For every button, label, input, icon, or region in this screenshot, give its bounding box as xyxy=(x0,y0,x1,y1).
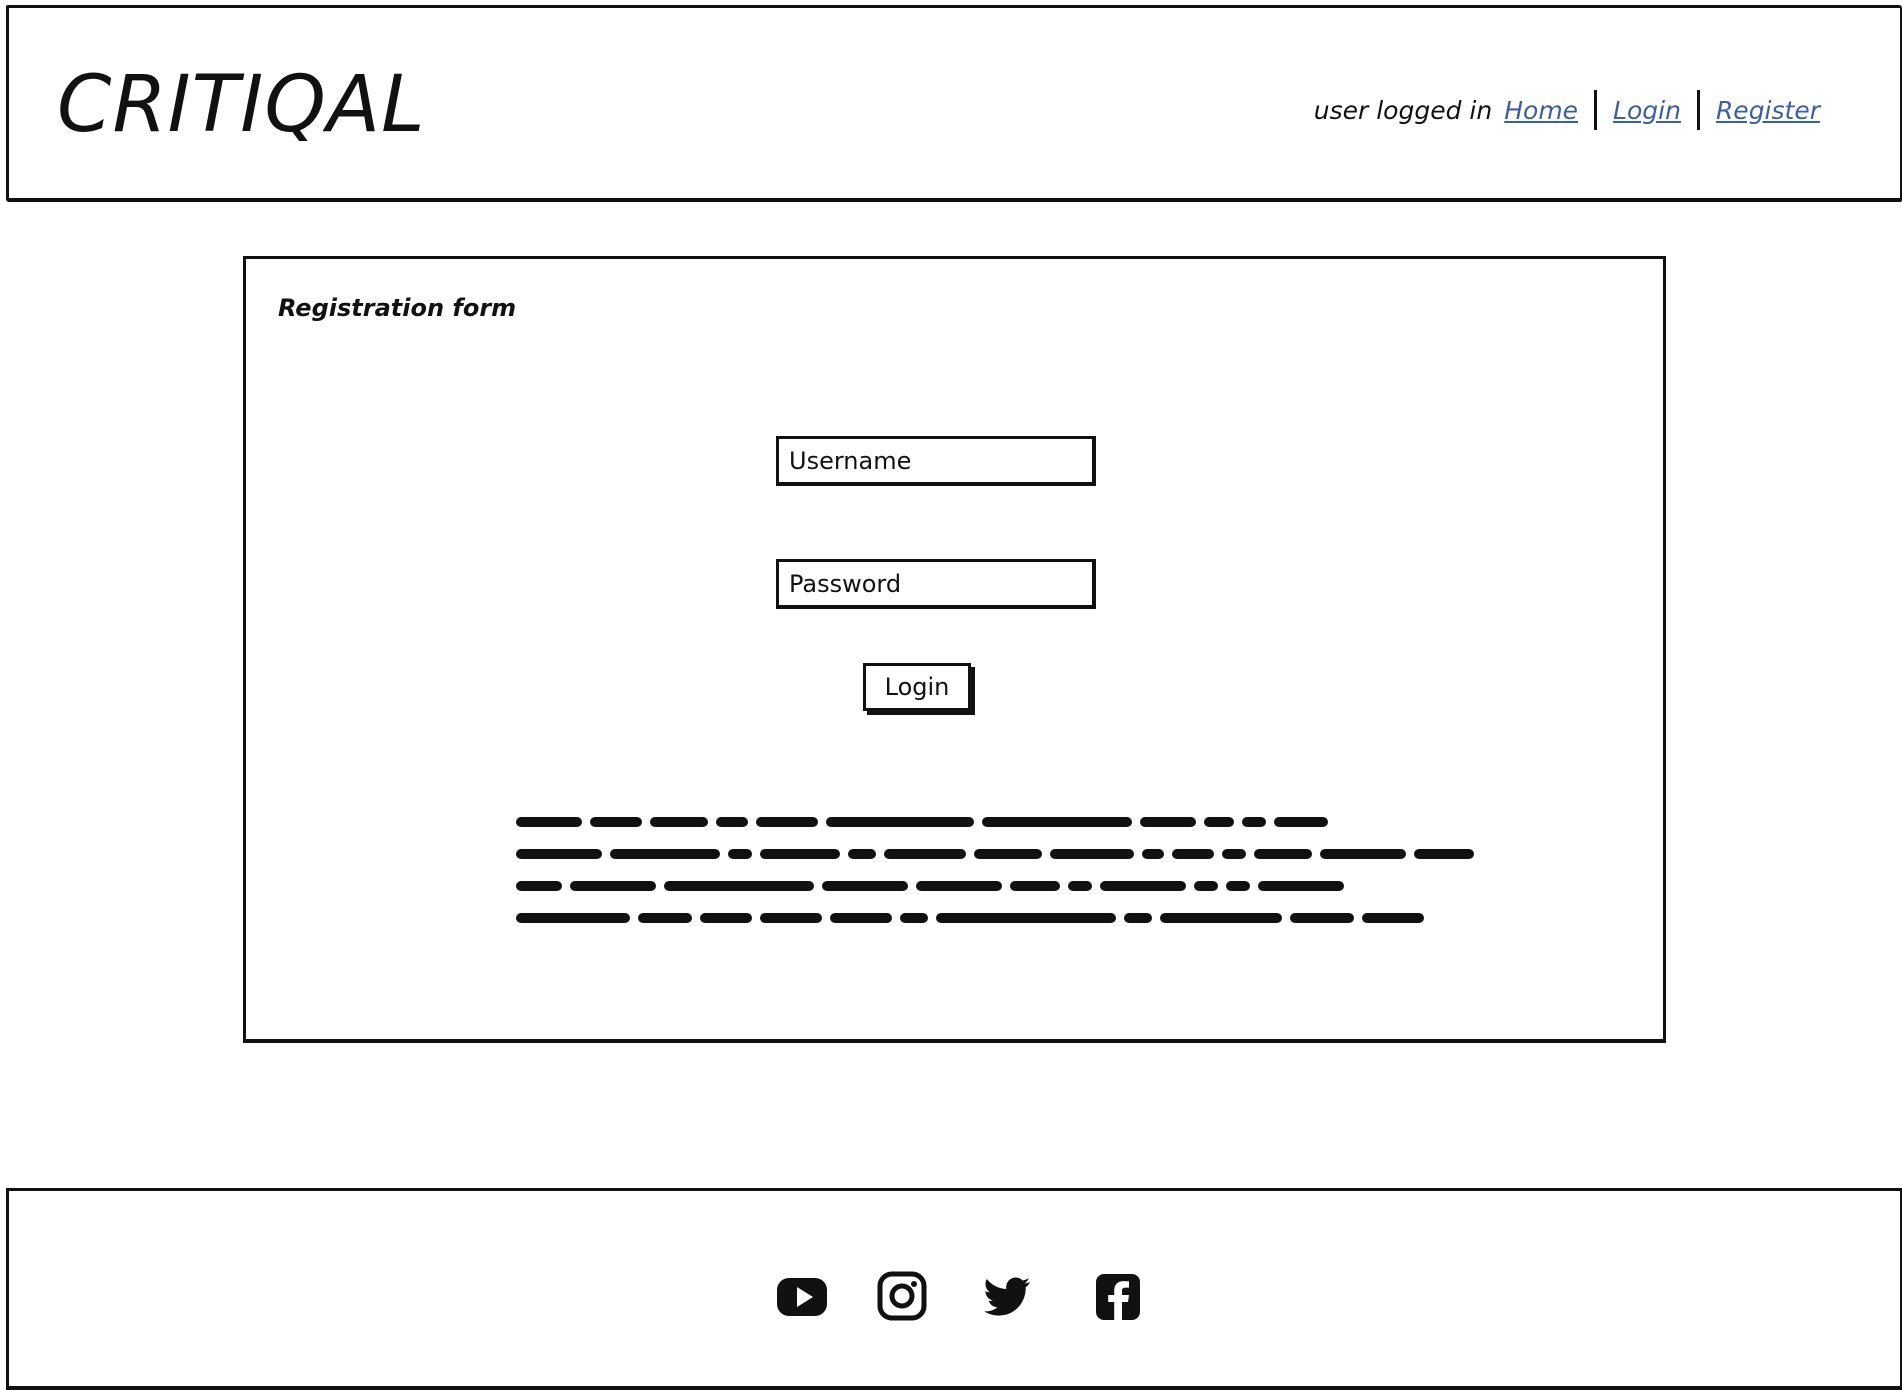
site-footer xyxy=(6,1188,1902,1390)
nav-divider xyxy=(1696,90,1700,130)
instagram-icon[interactable] xyxy=(875,1269,931,1325)
facebook-icon[interactable] xyxy=(1091,1269,1147,1325)
twitter-icon[interactable] xyxy=(980,1269,1036,1325)
login-button[interactable]: Login xyxy=(863,663,971,711)
placeholder-text-block xyxy=(516,817,1474,923)
form-title: Registration form xyxy=(278,294,517,322)
social-links xyxy=(9,1269,1900,1329)
login-status: user logged in xyxy=(1313,95,1493,125)
nav-link-register[interactable]: Register xyxy=(1716,96,1820,125)
nav-link-home[interactable]: Home xyxy=(1504,96,1578,125)
site-header: CRITIQAL user logged in Home Login Regis… xyxy=(6,5,1902,202)
youtube-icon[interactable] xyxy=(775,1269,831,1325)
top-nav: user logged in Home Login Register xyxy=(1314,90,1820,130)
brand-logo[interactable]: CRITIQAL xyxy=(57,66,426,144)
username-input[interactable] xyxy=(776,436,1096,486)
nav-link-login[interactable]: Login xyxy=(1613,96,1681,125)
nav-divider xyxy=(1594,90,1598,130)
password-input[interactable] xyxy=(776,559,1096,609)
registration-panel: Registration form Login xyxy=(243,256,1666,1043)
